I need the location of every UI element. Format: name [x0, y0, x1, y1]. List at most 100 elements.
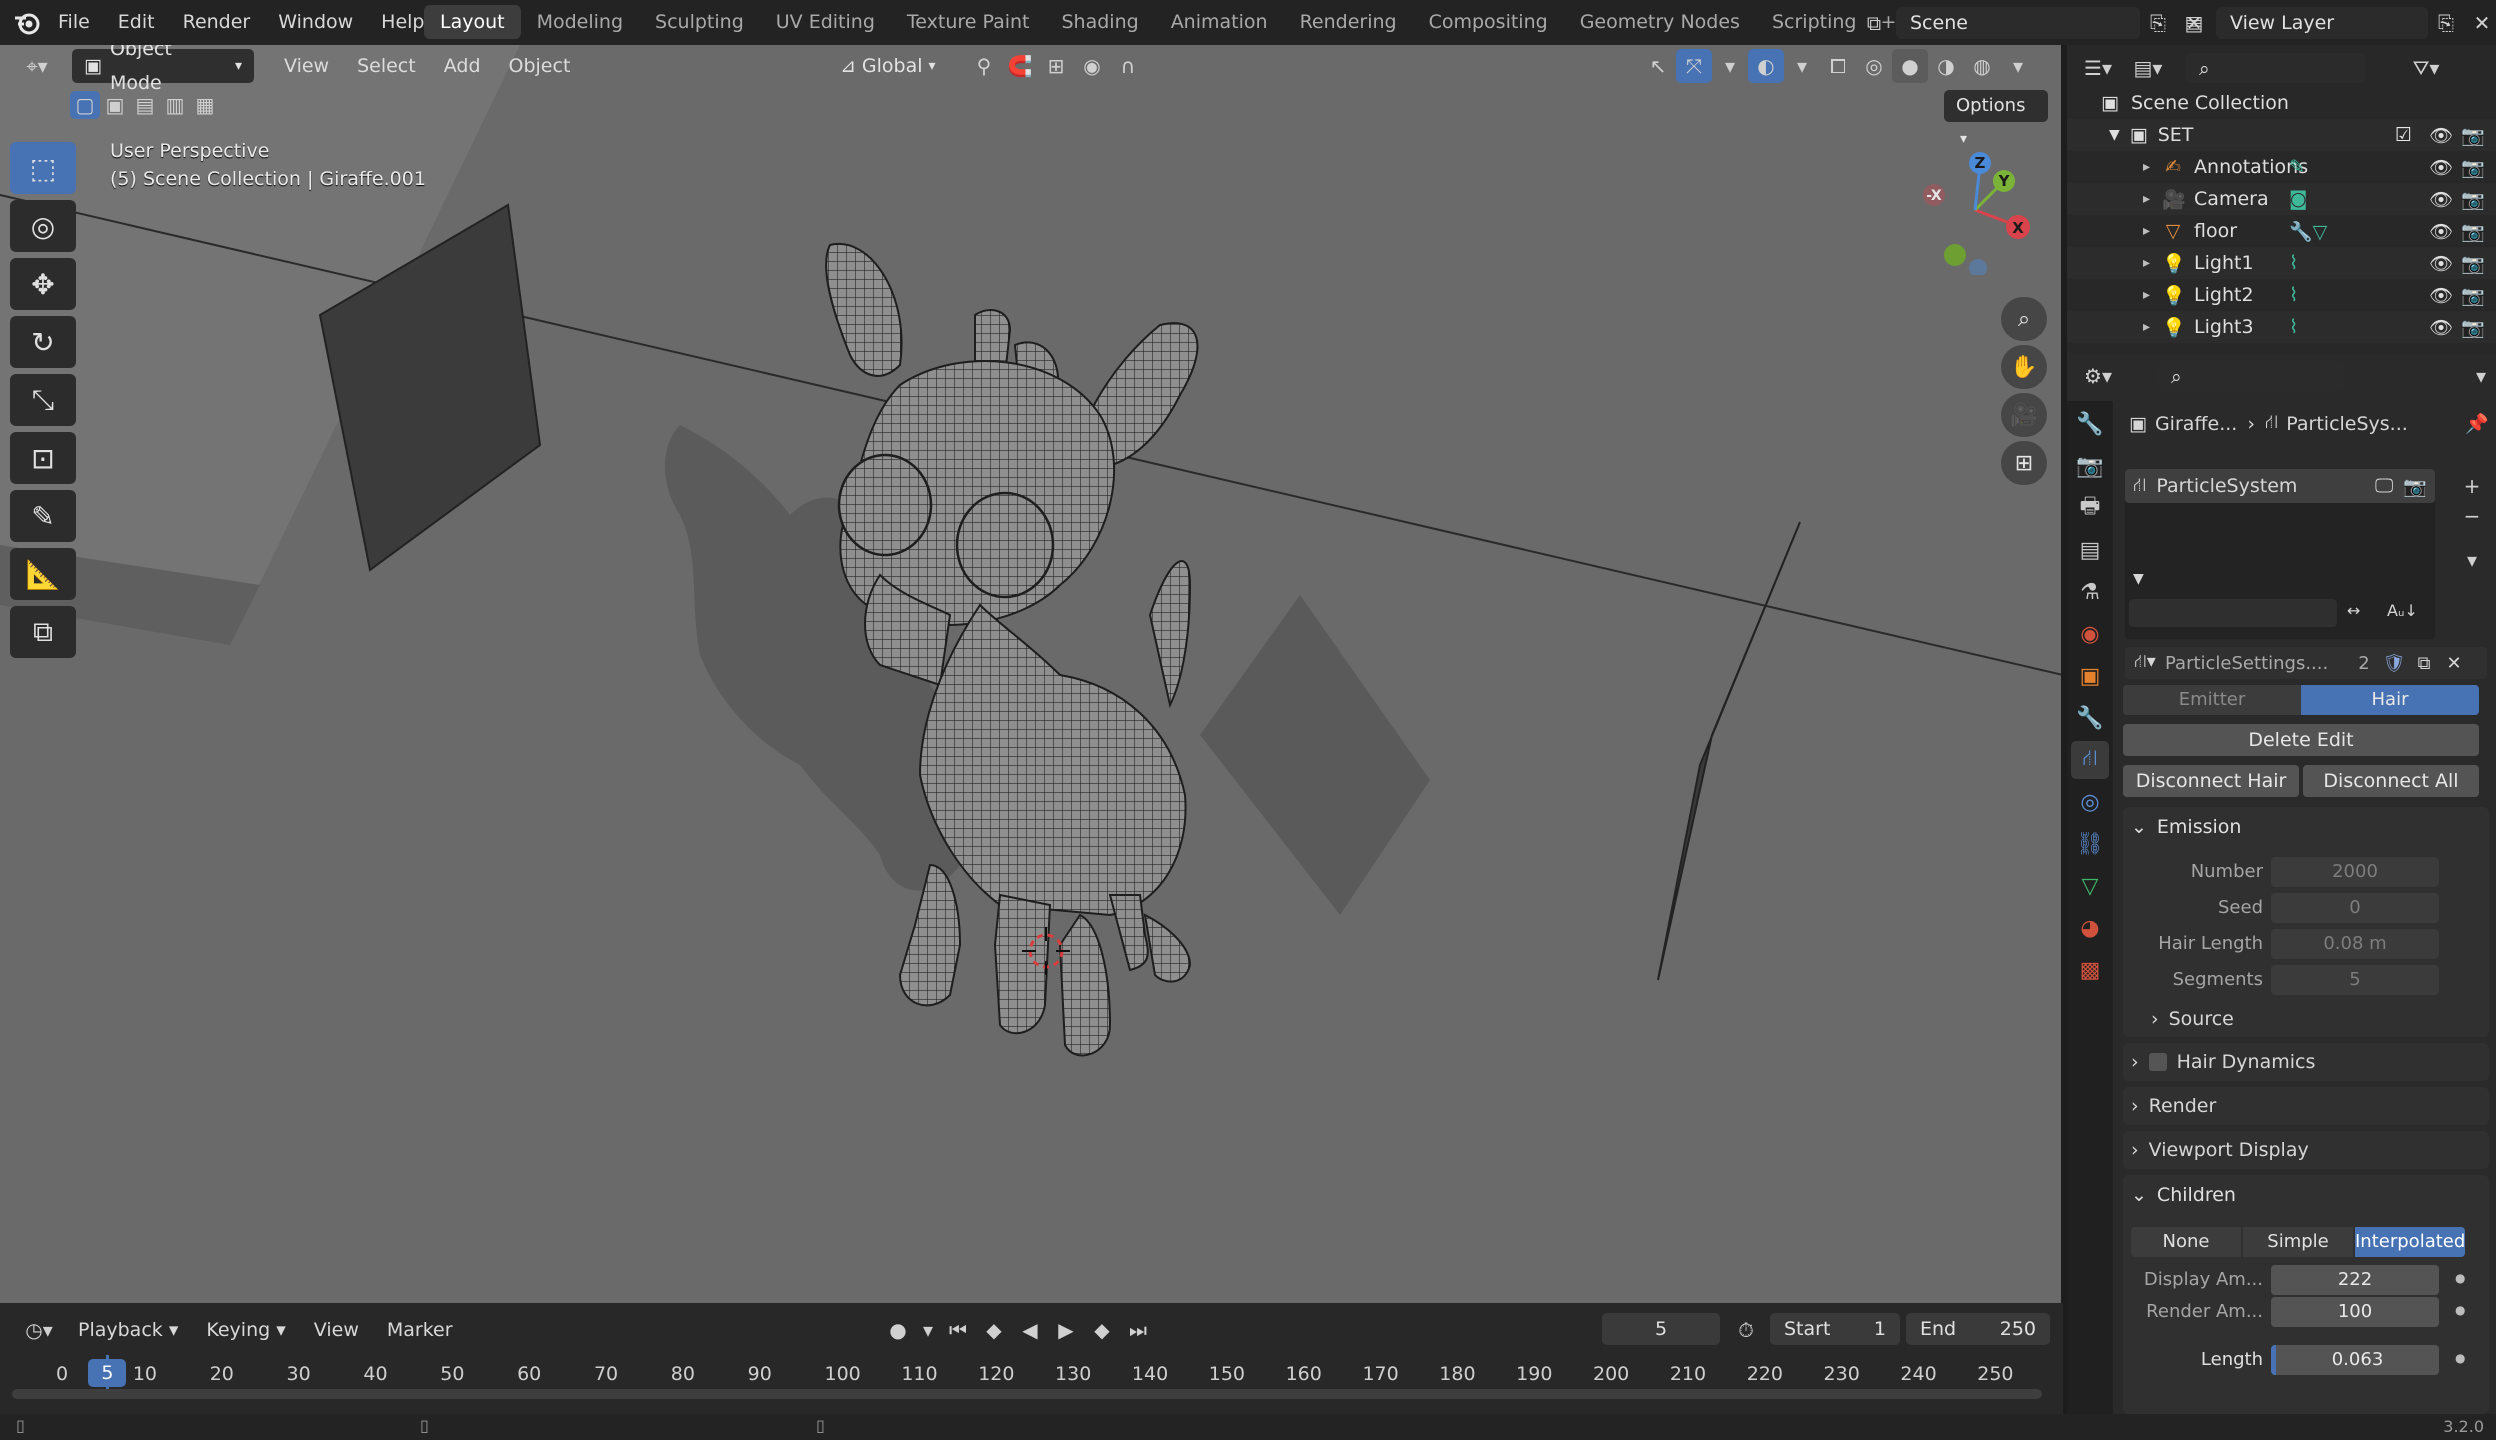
settings-browse-icon[interactable]: ⛙▾	[2125, 651, 2165, 675]
unlink-icon[interactable]: ✕	[2439, 653, 2469, 674]
overlays-dropdown-icon[interactable]: ▾	[1784, 49, 1820, 83]
pivot-point-icon[interactable]: ⚲	[966, 49, 1002, 83]
hair-length-field[interactable]: 0.08 m	[2271, 929, 2439, 959]
proportional-edit-icon[interactable]: ◉	[1074, 49, 1110, 83]
source-subpanel-header[interactable]: › Source	[2151, 1003, 2234, 1035]
particles-tab-icon[interactable]: ⛙	[2071, 741, 2109, 779]
outliner-item[interactable]: ▸ 💡 Light3 ⌇ 👁 📷	[2067, 311, 2496, 343]
delete-edit-button[interactable]: Delete Edit	[2123, 724, 2479, 756]
tab-modeling[interactable]: Modeling	[521, 5, 639, 39]
expand-arrow-icon[interactable]: ▸	[2143, 255, 2150, 271]
visibility-selectability-icon[interactable]: ↖	[1640, 49, 1676, 83]
ortho-grid-icon[interactable]: ⊞	[2001, 441, 2047, 485]
eye-icon[interactable]: 👁	[2429, 316, 2453, 339]
world-tab-icon[interactable]: ◉	[2071, 615, 2109, 653]
pan-hand-icon[interactable]: ✋	[2001, 345, 2047, 389]
expand-arrow-icon[interactable]: ▸	[2143, 223, 2150, 239]
outliner-item[interactable]: ▸ 💡 Light2 ⌇ 👁 📷	[2067, 279, 2496, 311]
settings-name-field[interactable]: ParticleSettings....	[2165, 653, 2349, 674]
scale-tool-icon[interactable]: ⤡	[10, 374, 76, 426]
eye-icon[interactable]: 👁	[2429, 220, 2453, 243]
snap-icon[interactable]: 🧲	[1002, 49, 1038, 83]
seed-field[interactable]: 0	[2271, 893, 2439, 923]
eye-icon[interactable]: 👁	[2429, 188, 2453, 211]
render-camera-icon[interactable]: 📷	[2461, 252, 2485, 275]
object-tab-icon[interactable]: ▣	[2071, 657, 2109, 695]
physics-tab-icon[interactable]: ◎	[2071, 783, 2109, 821]
xray-toggle-icon[interactable]: ⧠	[1820, 49, 1856, 83]
number-field[interactable]: 2000	[2271, 857, 2439, 887]
expand-arrow-icon[interactable]: ▸	[2143, 287, 2150, 303]
3d-viewport[interactable]: ⌖▾ ▣ Object Mode ▾ View Select Add Objec…	[0, 45, 2063, 1303]
length-slider[interactable]: 0.063	[2271, 1345, 2439, 1375]
outliner-search-input[interactable]: ⌕	[2185, 53, 2365, 83]
data-icon[interactable]: ⌇	[2289, 316, 2298, 338]
select-subtract-icon[interactable]: ▤	[130, 91, 160, 119]
tab-sculpting[interactable]: Sculpting	[639, 5, 760, 39]
tab-animation[interactable]: Animation	[1155, 5, 1284, 39]
properties-search-input[interactable]: ⌕	[2157, 361, 2345, 391]
render-camera-icon[interactable]: 📷	[2461, 156, 2485, 179]
tab-rendering[interactable]: Rendering	[1284, 5, 1413, 39]
checkbox-icon[interactable]: ☑	[2395, 124, 2412, 146]
settings-users-count[interactable]: 2	[2349, 653, 2379, 674]
expand-arrow-icon[interactable]: ▸	[2143, 319, 2150, 335]
viewport-display-panel[interactable]: › Viewport Display	[2123, 1131, 2489, 1169]
add-cube-tool-icon[interactable]: ⧉	[10, 606, 76, 658]
transform-orientation-dropdown[interactable]: ⊿ Global ▾	[828, 49, 956, 83]
tab-geometry-nodes[interactable]: Geometry Nodes	[1564, 5, 1756, 39]
list-filter-input[interactable]	[2129, 599, 2337, 627]
particle-system-list[interactable]: ⛙ ParticleSystem 🖵 📷 ▼ ↔ Aᵤ↓	[2125, 469, 2435, 639]
children-interpolated-button[interactable]: Interpolated	[2355, 1227, 2465, 1257]
annotate-tool-icon[interactable]: ✎	[10, 490, 76, 542]
type-hair-button[interactable]: Hair	[2301, 685, 2479, 715]
material-preview-icon[interactable]: ◑	[1928, 49, 1964, 83]
cursor-tool-icon[interactable]: ◎	[10, 200, 76, 252]
emission-header[interactable]: ⌄ Emission	[2123, 807, 2489, 847]
outliner-item[interactable]: ▸ 🎥 Camera ◙ 👁 📷	[2067, 183, 2496, 215]
delete-view-layer-icon[interactable]: ✕	[2464, 6, 2496, 40]
gizmo-dropdown-icon[interactable]: ▾	[1712, 49, 1748, 83]
render-panel[interactable]: › Render	[2123, 1087, 2489, 1125]
eye-icon[interactable]: 👁	[2429, 284, 2453, 307]
properties-options-icon[interactable]: ▾	[2463, 359, 2496, 393]
new-scene-icon[interactable]: ⎘	[2140, 6, 2176, 40]
fake-user-shield-icon[interactable]: 🛡	[2379, 653, 2409, 674]
expand-arrow-icon[interactable]: ▸	[2143, 191, 2150, 207]
object-mode-dropdown[interactable]: ▣ Object Mode ▾	[72, 45, 254, 94]
display-mode-icon[interactable]: ▤▾	[2123, 51, 2173, 85]
segments-field[interactable]: 5	[2271, 965, 2439, 995]
data-icon[interactable]: ✎	[2289, 156, 2305, 178]
data-icon[interactable]: ⌇	[2289, 284, 2298, 306]
menu-render[interactable]: Render	[169, 0, 265, 45]
wireframe-shading-icon[interactable]: ◎	[1856, 49, 1892, 83]
expand-arrow-icon[interactable]: ▼	[2109, 127, 2120, 143]
outliner-collection-set[interactable]: ▼ ▣ SET ☑ 👁 📷	[2067, 119, 2496, 151]
zoom-icon[interactable]: ⌕	[2001, 297, 2047, 341]
move-tool-icon[interactable]: ✥	[10, 258, 76, 310]
menu-file[interactable]: File	[44, 0, 104, 45]
menu-object[interactable]: Object	[495, 55, 585, 77]
menu-select[interactable]: Select	[343, 55, 430, 77]
expand-arrow-icon[interactable]: ▸	[2143, 159, 2150, 175]
add-slot-icon[interactable]: +	[2457, 471, 2487, 501]
snap-target-icon[interactable]: ⊞	[1038, 49, 1074, 83]
render-camera-icon[interactable]: 📷	[2461, 316, 2485, 339]
playhead-frame-badge[interactable]: 5	[88, 1359, 127, 1387]
render-camera-icon[interactable]: 📷	[2461, 220, 2485, 243]
list-item[interactable]: ⛙ ParticleSystem 🖵 📷	[2125, 469, 2435, 503]
data-icon[interactable]: 🔧▽	[2289, 220, 2327, 243]
select-invert-icon[interactable]: ▥	[160, 91, 190, 119]
solid-shading-icon[interactable]: ●	[1892, 49, 1928, 83]
output-tab-icon[interactable]: 🖶	[2071, 489, 2109, 527]
gizmo-toggle-icon[interactable]: ⤧	[1676, 49, 1712, 83]
outliner-item[interactable]: ▸ 💡 Light1 ⌇ 👁 📷	[2067, 247, 2496, 279]
outliner-item[interactable]: ▸ ✍ Annotations ✎ 👁 📷	[2067, 151, 2496, 183]
select-box-tool-icon[interactable]: ⬚	[10, 142, 76, 194]
eye-icon[interactable]: 👁	[2429, 124, 2453, 147]
keyframe-dot-icon[interactable]: ●	[2455, 1271, 2465, 1285]
children-header[interactable]: ⌄ Children	[2123, 1175, 2489, 1215]
scene-name-field[interactable]: Scene	[1896, 7, 2140, 39]
shading-dropdown-icon[interactable]: ▾	[2000, 49, 2036, 83]
blender-logo-icon[interactable]	[12, 8, 42, 38]
